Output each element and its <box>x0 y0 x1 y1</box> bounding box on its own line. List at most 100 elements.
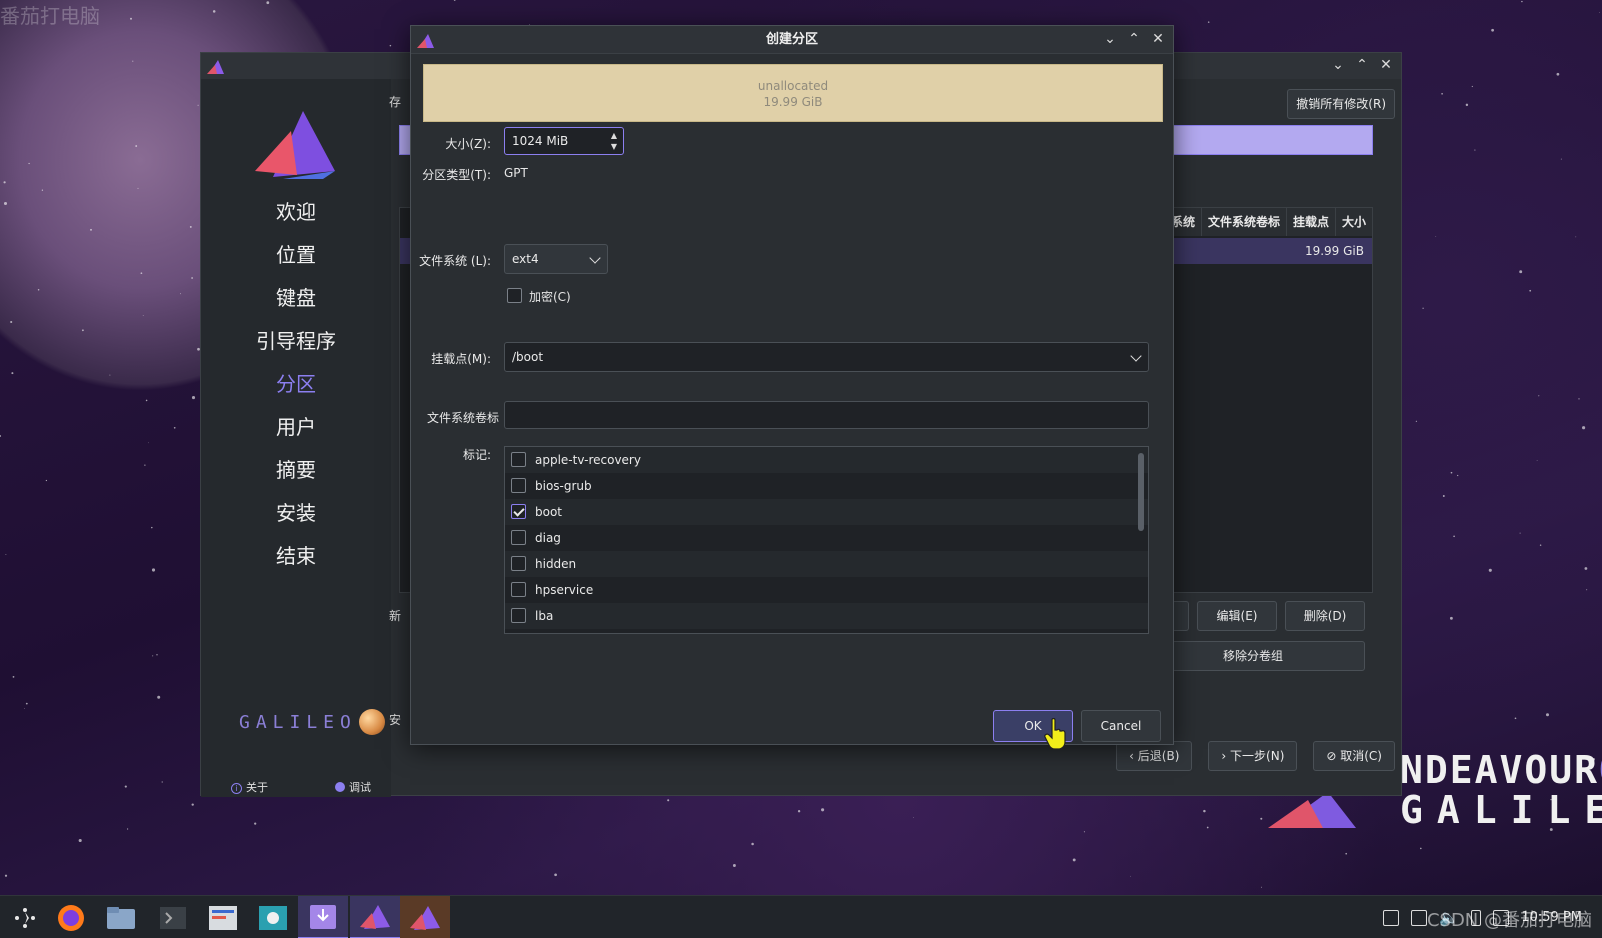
flag-checkbox[interactable] <box>511 530 526 545</box>
taskbar: 🔈 10:59 PM CSDN @番茄打电脑 <box>0 895 1602 938</box>
edit-button[interactable]: 编辑(E) <box>1197 601 1277 631</box>
clipboard-icon[interactable] <box>1411 909 1428 926</box>
filesystem-select[interactable]: ext4 <box>504 244 608 274</box>
flags-scrollbar[interactable] <box>1138 453 1144 531</box>
next-button[interactable]: › 下一步(N) <box>1208 741 1298 771</box>
partial-label-storage: 存 <box>389 95 402 109</box>
sidebar-item-7: 安装 <box>276 501 316 525</box>
sidebar-item-3: 引导程序 <box>256 329 336 353</box>
chevron-down-icon <box>589 252 601 264</box>
about-button[interactable]: i 关于 <box>231 779 268 795</box>
close-icon[interactable]: ✕ <box>1151 31 1165 47</box>
flag-checkbox[interactable] <box>511 556 526 571</box>
encrypt-checkbox[interactable] <box>507 288 522 303</box>
unallocated-size: 19.99 GiB <box>763 95 823 109</box>
planet-icon <box>358 709 385 735</box>
mount-point-combobox[interactable]: /boot <box>504 342 1149 372</box>
minimize-icon[interactable]: ⌄ <box>1103 31 1117 47</box>
close-icon[interactable]: ✕ <box>1379 57 1393 73</box>
galileo-logo: GALILEO <box>239 709 385 735</box>
flag-checkbox[interactable] <box>511 608 526 623</box>
endeavouros-logo-icon <box>255 111 335 179</box>
spin-up-icon[interactable]: ▲ <box>609 130 619 141</box>
cancel-install-label: 取消(C) <box>1340 749 1382 763</box>
flag-label: hidden <box>535 557 577 571</box>
partial-label-install: 安 <box>389 713 402 727</box>
next-label: 下一步(N) <box>1230 749 1285 763</box>
flag-checkbox[interactable] <box>511 504 526 519</box>
size-spinbox[interactable]: 1024 MiB ▲ ▼ <box>504 127 624 155</box>
remove-volume-group-button[interactable]: 移除分卷组 <box>1141 641 1365 671</box>
mount-point-label: 挂载点(M): <box>431 352 491 366</box>
endeavouros-app-icon <box>207 60 224 74</box>
flags-label: 标记: <box>462 448 491 462</box>
flags-list[interactable]: apple-tv-recovery bios-grub boot diag hidden… <box>504 446 1149 634</box>
list-item[interactable]: hidden <box>505 551 1148 577</box>
file-manager-icon[interactable] <box>96 896 146 938</box>
galileo-text: GALILEO <box>239 711 357 733</box>
dialog-title: 创建分区 <box>765 32 818 47</box>
dialog-titlebar[interactable]: 创建分区 ⌄ ⌃ ✕ <box>411 26 1173 54</box>
list-item[interactable]: apple-tv-recovery <box>505 447 1148 473</box>
installer-dialog-taskbar-icon[interactable] <box>400 896 450 938</box>
terminal-icon[interactable] <box>148 896 198 938</box>
system-monitor-icon[interactable] <box>198 896 248 938</box>
maximize-icon[interactable]: ⌃ <box>1127 31 1141 47</box>
list-item[interactable]: bios-grub <box>505 473 1148 499</box>
list-item[interactable]: diag <box>505 525 1148 551</box>
flag-label: bios-grub <box>535 479 592 493</box>
list-item[interactable]: boot <box>505 499 1148 525</box>
sidebar-nav: 欢迎 位置 键盘 引导程序 分区 用户 摘要 安装 结束 <box>201 191 391 578</box>
column-header[interactable]: 大小 <box>1334 208 1372 236</box>
brand-line2: GALILEO <box>1400 788 1602 832</box>
unallocated-label: unallocated <box>757 79 829 93</box>
debug-button[interactable]: 调试 <box>335 779 371 795</box>
list-item[interactable]: lba <box>505 603 1148 629</box>
flag-checkbox[interactable] <box>511 582 526 597</box>
filesystem-label: 文件系统 (L): <box>419 254 491 268</box>
flag-label: diag <box>535 531 561 545</box>
revert-all-button[interactable]: 撤销所有修改(R) <box>1287 89 1395 119</box>
delete-button[interactable]: 删除(D) <box>1285 601 1365 631</box>
brand-line1: NDEAVOUR <box>1400 748 1600 792</box>
flag-label: apple-tv-recovery <box>535 453 641 467</box>
minimize-icon[interactable]: ⌄ <box>1331 57 1345 73</box>
firefox-icon[interactable] <box>46 896 96 938</box>
hand-cursor-icon <box>1044 718 1066 750</box>
chevron-down-icon[interactable] <box>1130 350 1142 362</box>
downloader-icon[interactable] <box>298 896 348 938</box>
partition-type-value: GPT <box>504 166 528 180</box>
info-icon: i <box>231 783 242 794</box>
partial-label-new: 新 <box>389 609 402 623</box>
debug-label: 调试 <box>349 781 371 794</box>
installer-taskbar-icon[interactable] <box>350 896 400 938</box>
sidebar-item-6: 摘要 <box>276 458 316 482</box>
spin-down-icon[interactable]: ▼ <box>609 141 619 152</box>
watermark-top-left: 番茄打电脑 <box>0 4 100 28</box>
flag-checkbox[interactable] <box>511 452 526 467</box>
app-launcher-icon[interactable] <box>0 896 50 938</box>
back-button[interactable]: ‹ 后退(B) <box>1116 741 1193 771</box>
sidebar-item-8: 结束 <box>276 544 316 568</box>
unallocated-space-bar: unallocated 19.99 GiB <box>423 64 1163 122</box>
screenshot-icon[interactable] <box>248 896 298 938</box>
column-header[interactable]: 挂载点 <box>1285 208 1335 236</box>
cancel-install-button[interactable]: ⊘ 取消(C) <box>1313 741 1395 771</box>
csdn-watermark: CSDN @番茄打电脑 <box>1426 910 1592 931</box>
size-label: 大小(Z): <box>445 137 491 151</box>
filesystem-label-input[interactable] <box>504 401 1149 429</box>
flag-label: hpservice <box>535 583 594 597</box>
partition-type-label: 分区类型(T): <box>422 168 491 182</box>
flag-label: boot <box>535 505 563 519</box>
list-item[interactable]: hpservice <box>505 577 1148 603</box>
column-header[interactable]: 文件系统卷标 <box>1200 208 1286 236</box>
flag-checkbox[interactable] <box>511 478 526 493</box>
sidebar-item-1: 位置 <box>276 243 316 267</box>
brand-text: NDEAVOUROS GALILEO <box>1400 750 1602 830</box>
flag-label: lba <box>535 609 554 623</box>
about-label: 关于 <box>246 781 268 794</box>
maximize-icon[interactable]: ⌃ <box>1355 57 1369 73</box>
cancel-button[interactable]: Cancel <box>1081 710 1161 742</box>
keyboard-layout-icon[interactable] <box>1383 909 1400 926</box>
partition-table-header: 系统 文件系统卷标 挂载点 大小 <box>1163 208 1372 236</box>
